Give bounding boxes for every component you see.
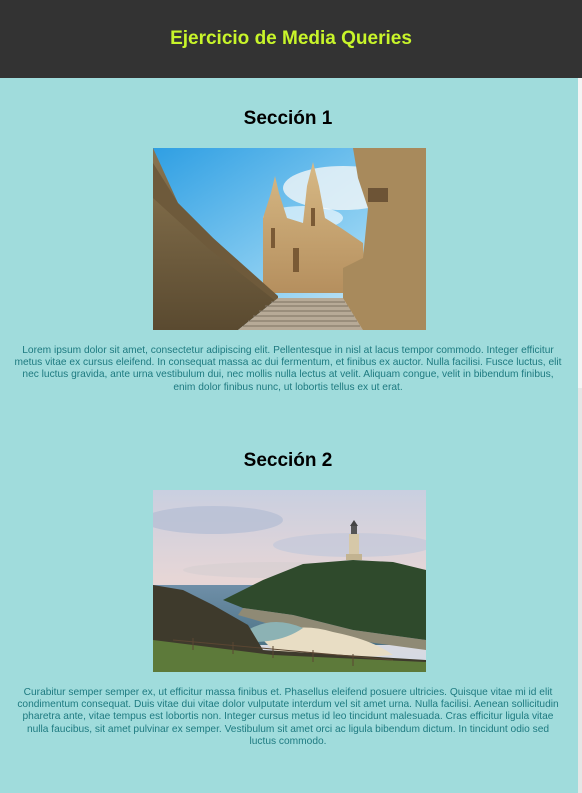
section-heading: Sección 1	[243, 108, 333, 129]
section-heading: Sección 2	[243, 450, 333, 471]
lighthouse-image	[153, 490, 426, 672]
page-title: Ejercicio de Media Queries	[170, 28, 412, 49]
cathedral-image	[153, 148, 426, 330]
section-text: Lorem ipsum dolor sit amet, consectetur …	[14, 345, 562, 393]
scrollbar-thumb[interactable]	[578, 78, 582, 388]
section-1: Sección 1 Lorem ipsum dolor sit amet, co…	[0, 108, 576, 393]
section-text: Curabitur semper semper ex, ut efficitur…	[17, 687, 559, 747]
page-header: Ejercicio de Media Queries	[0, 0, 582, 78]
section-2: Sección 2 Curabitur semper semper ex, ut…	[0, 450, 576, 747]
